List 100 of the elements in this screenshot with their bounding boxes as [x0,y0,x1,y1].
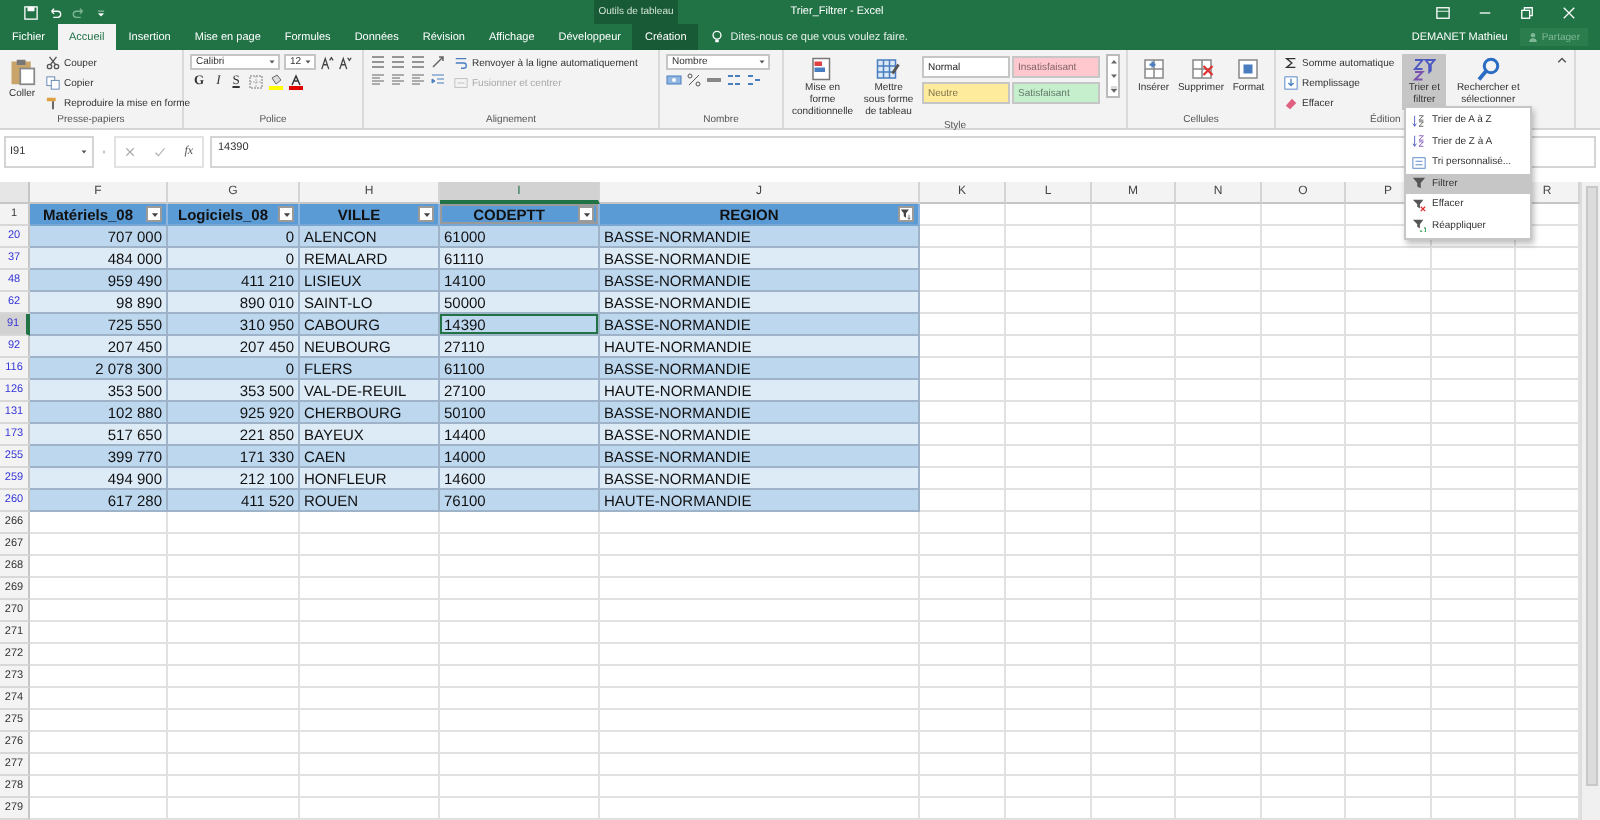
empty-cell [1092,292,1176,314]
empty-cell [1092,710,1176,732]
search-icon [1476,56,1501,82]
empty-cell [168,512,300,534]
filter-dropdown-button[interactable] [898,206,914,222]
empty-cell [1346,512,1432,534]
shrink-font-icon [338,55,352,69]
decrease-decimal-icon [746,72,762,88]
empty-cell [168,710,300,732]
empty-cell [1346,358,1432,380]
filter-dropdown-button[interactable] [418,206,434,222]
empty-cell [1432,314,1516,336]
thousands-icon [706,72,722,88]
empty-cell [1346,336,1432,358]
empty-cell [1092,358,1176,380]
empty-cell [300,710,440,732]
empty-cell [1006,798,1092,820]
empty-cell [920,732,1006,754]
empty-cell [1176,644,1262,666]
empty-cell [920,600,1006,622]
empty-cell [1176,336,1262,358]
filter-dropdown-button[interactable] [278,206,294,222]
empty-cell [1262,512,1346,534]
empty-cell [300,754,440,776]
empty-cell [1092,204,1176,226]
empty-cell [920,754,1006,776]
empty-cell [1262,732,1346,754]
format-cells-icon [1236,56,1261,82]
undo-icon [48,5,62,19]
empty-cell [1432,776,1516,798]
empty-cell [1432,666,1516,688]
down-caret-icon [1109,71,1117,80]
empty-cell [1432,292,1516,314]
empty-cell [920,556,1006,578]
empty-cell [1006,336,1092,358]
empty-cell [168,534,300,556]
empty-cell [168,754,300,776]
empty-cell [1006,776,1092,798]
redo-icon [72,5,86,19]
empty-cell [1006,490,1092,512]
filter-dropdown-button[interactable] [146,206,162,222]
empty-cell [1346,798,1432,820]
filter-icon [1412,176,1426,191]
cancel-icon [124,146,137,158]
empty-cell [1432,446,1516,468]
empty-cell [1092,446,1176,468]
empty-cell [1176,402,1262,424]
sort-ascending-icon [1412,113,1426,128]
empty-cell [1346,402,1432,424]
empty-cell [920,776,1006,798]
empty-cell [300,798,440,820]
empty-cell [1262,490,1346,512]
filter-dropdown-button[interactable] [578,206,594,222]
empty-cell [1262,336,1346,358]
filter-icon [900,208,912,220]
empty-cell [1262,600,1346,622]
empty-cell [1346,380,1432,402]
empty-cell [1006,358,1092,380]
conditional-format-icon [810,56,835,82]
ribbon-options-icon [1436,5,1450,19]
up-caret-icon [1109,58,1117,67]
scissors-icon [46,56,60,70]
empty-cell [168,556,300,578]
empty-cell [1346,424,1432,446]
increase-decimal-icon [726,72,742,88]
empty-cell [920,666,1006,688]
empty-cell [1346,622,1432,644]
empty-cell [1092,512,1176,534]
empty-cell [300,622,440,644]
currency-icon [666,72,682,88]
empty-cell [1092,776,1176,798]
empty-cell [920,688,1006,710]
empty-cell [300,600,440,622]
delete-cells-icon [1189,56,1213,82]
empty-cell [1346,754,1432,776]
fill-down-icon [1284,76,1298,90]
empty-cell [300,578,440,600]
empty-cell [1432,248,1516,270]
empty-cell [1432,754,1516,776]
empty-cell [1262,292,1346,314]
empty-cell [1176,556,1262,578]
grow-font-icon [320,55,334,69]
restore-icon [1520,5,1534,19]
font-color-icon [287,73,304,89]
caret-icon [149,209,159,219]
empty-cell [1262,688,1346,710]
empty-cell [1262,534,1346,556]
check-icon [154,146,167,158]
gallery-scroll-button[interactable] [1106,54,1120,98]
empty-cell [1176,358,1262,380]
customize-toolbar-icon [96,7,106,17]
scrollbar-thumb[interactable] [1585,186,1597,786]
collapse-ribbon-icon [1556,54,1568,66]
empty-cell [1092,402,1176,424]
caret-icon [304,58,312,66]
empty-cell [1006,732,1092,754]
empty-cell [1176,446,1262,468]
insert-cells-icon [1141,56,1166,82]
empty-cell [1432,600,1516,622]
empty-cell [1432,336,1516,358]
